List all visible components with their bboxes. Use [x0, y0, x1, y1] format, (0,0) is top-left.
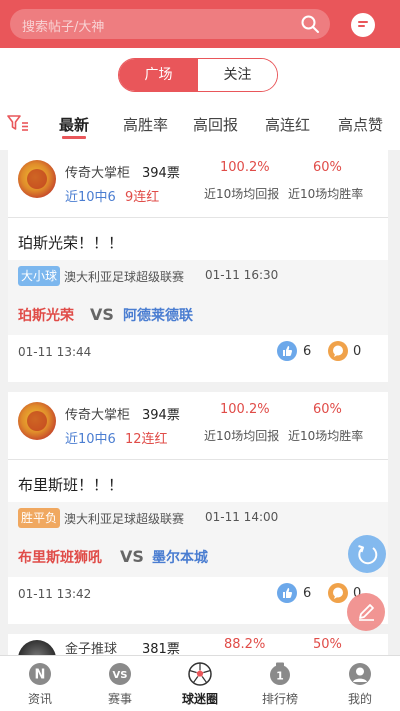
username[interactable]: 传奇大掌柜 [65, 404, 130, 423]
recent-record: 近10中6 [65, 190, 116, 205]
segment-control: 广场 关注 [118, 58, 278, 92]
username[interactable]: 传奇大掌柜 [65, 162, 130, 181]
avatar[interactable] [18, 402, 56, 440]
win-rate: 50% [313, 637, 342, 652]
post-card[interactable]: 传奇大掌柜 394票 近10中6 12连红 100.2% 60% 近10场均回报… [8, 392, 388, 624]
return-rate: 100.2% [220, 402, 270, 417]
nav-label: 赛事 [107, 692, 132, 706]
home-team: 珀斯光荣 [18, 308, 74, 324]
post-card[interactable]: 金子推球 381票 88.2% 50% [8, 634, 388, 655]
match-time: 01-11 16:30 [205, 268, 279, 282]
search-input[interactable]: 搜索帖子/大神 [22, 16, 104, 35]
win-streak: 9连红 [125, 190, 160, 205]
refresh-icon [358, 545, 378, 565]
vs-icon: VS [109, 663, 131, 685]
bet-type-badge: 胜平负 [18, 508, 61, 528]
author-row: 传奇大掌柜 394票 近10中6 12连红 100.2% 60% 近10场均回报… [8, 392, 388, 460]
recent-record: 近10中6 [65, 432, 116, 447]
comment-icon[interactable] [328, 341, 348, 361]
vs-label: VS [90, 305, 114, 324]
vote-count: 394票 [142, 408, 180, 423]
svg-text:VS: VS [113, 670, 128, 681]
nav-matches[interactable]: VS 赛事 [80, 656, 160, 711]
win-rate: 60% [313, 402, 342, 417]
like-icon[interactable] [277, 583, 297, 603]
active-tab-indicator [62, 136, 86, 139]
filter-icon[interactable] [7, 114, 29, 132]
username[interactable]: 金子推球 [65, 638, 117, 655]
nav-news[interactable]: N 资讯 [0, 656, 80, 711]
author-row: 传奇大掌柜 394票 近10中6 9连红 100.2% 60% 近10场均回报 … [8, 150, 388, 218]
segment-follow[interactable]: 关注 [198, 59, 277, 91]
nav-label: 资讯 [27, 692, 52, 706]
return-rate-label: 近10场均回报 [204, 429, 280, 443]
compose-button[interactable] [347, 593, 385, 631]
bottom-nav: N 资讯 VS 赛事 球迷圈 1 排行榜 我的 [0, 655, 400, 711]
top-bar: 广场 关注 最新 高胜率 高回报 高连红 高点赞 [0, 48, 400, 150]
tab-high-win-rate[interactable]: 高胜率 [123, 114, 168, 135]
away-team: 墨尔本城 [152, 550, 208, 566]
nav-ranking[interactable]: 1 排行榜 [240, 656, 320, 711]
tab-high-streak[interactable]: 高连红 [265, 114, 310, 135]
search-bar[interactable]: 搜索帖子/大神 [10, 9, 330, 39]
news-icon: N [29, 663, 51, 685]
nav-label: 排行榜 [261, 692, 298, 706]
home-team: 布里斯班狮吼 [18, 550, 102, 566]
profile-icon [349, 663, 371, 685]
tab-high-return[interactable]: 高回报 [193, 114, 238, 135]
win-rate-label: 近10场均胜率 [288, 429, 364, 443]
tab-latest[interactable]: 最新 [59, 114, 89, 135]
avatar[interactable] [18, 640, 56, 655]
bet-type-badge: 大小球 [18, 266, 61, 286]
vs-label: VS [120, 547, 144, 566]
avatar[interactable] [18, 160, 56, 198]
league-name: 澳大利亚足球超级联赛 [64, 270, 185, 284]
like-icon[interactable] [277, 341, 297, 361]
match-info[interactable]: 大小球 澳大利亚足球超级联赛 01-11 16:30 珀斯光荣 VS 阿德莱德联 [8, 260, 388, 335]
svg-text:1: 1 [276, 670, 284, 683]
nav-fan-circle[interactable]: 球迷圈 [160, 656, 240, 711]
post-time: 01-11 13:44 [18, 345, 92, 359]
return-rate: 100.2% [220, 160, 270, 175]
segment-square[interactable]: 广场 [119, 59, 198, 91]
away-team: 阿德莱德联 [123, 308, 193, 324]
match-info[interactable]: 胜平负 澳大利亚足球超级联赛 01-11 14:00 布里斯班狮吼 VS 墨尔本… [8, 502, 388, 577]
post-title[interactable]: 珀斯光荣！！！ [18, 232, 123, 253]
soccer-ball-icon [188, 662, 212, 686]
nav-label: 我的 [347, 692, 372, 706]
refresh-button[interactable] [348, 535, 386, 573]
nav-me[interactable]: 我的 [320, 656, 400, 711]
win-streak: 12连红 [125, 432, 168, 447]
league-name: 澳大利亚足球超级联赛 [64, 512, 185, 526]
match-time: 01-11 14:00 [205, 510, 279, 524]
comment-count: 0 [353, 344, 362, 359]
post-card[interactable]: 传奇大掌柜 394票 近10中6 9连红 100.2% 60% 近10场均回报 … [8, 150, 388, 382]
vote-count: 394票 [142, 166, 180, 181]
post-time: 01-11 13:42 [18, 587, 92, 601]
pencil-icon [359, 604, 374, 621]
message-icon[interactable] [351, 13, 375, 37]
win-rate: 60% [313, 160, 342, 175]
post-title[interactable]: 布里斯班！！！ [18, 474, 123, 495]
return-rate-label: 近10场均回报 [204, 187, 280, 201]
nav-label: 球迷圈 [181, 692, 218, 706]
comment-icon[interactable] [328, 583, 348, 603]
like-count: 6 [303, 344, 312, 359]
app-header: 搜索帖子/大神 [0, 0, 400, 48]
search-icon[interactable] [300, 14, 320, 34]
win-rate-label: 近10场均胜率 [288, 187, 364, 201]
svg-text:N: N [35, 668, 46, 683]
like-count: 6 [303, 586, 312, 601]
vote-count: 381票 [142, 642, 180, 655]
tab-most-liked[interactable]: 高点赞 [338, 114, 383, 135]
return-rate: 88.2% [224, 637, 266, 652]
tab-bar: 最新 高胜率 高回报 高连红 高点赞 [0, 108, 400, 140]
ranking-icon: 1 [270, 662, 290, 685]
